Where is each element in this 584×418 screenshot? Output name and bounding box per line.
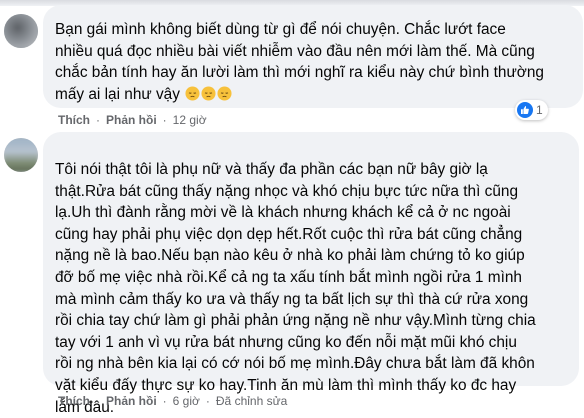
- reaction-summary-1[interactable]: 1: [515, 100, 548, 120]
- edited-label[interactable]: Đã chỉnh sửa: [216, 394, 287, 408]
- comment-text-2: Tôi nói thật tôi là phụ nữ và thấy đa ph…: [55, 161, 536, 416]
- reply-button[interactable]: Phản hồi: [106, 113, 157, 127]
- reaction-count: 1: [536, 103, 543, 117]
- like-button[interactable]: Thích: [58, 113, 90, 127]
- comment-bubble-2: Tôi nói thật tôi là phụ nữ và thấy đa ph…: [43, 132, 579, 416]
- like-icon: [517, 102, 533, 118]
- pensive-emoji-icon: [217, 86, 232, 101]
- like-button[interactable]: Thích: [58, 394, 90, 408]
- comment-bubble-1: Bạn gái mình không biết dùng từ gì để nó…: [43, 5, 583, 108]
- comment-timestamp[interactable]: 6 giờ: [173, 394, 200, 408]
- comment-actions-2: Thích · Phản hồi · 6 giờ · Đã chỉnh sửa: [58, 394, 288, 408]
- pensive-emoji-icon: [201, 86, 216, 101]
- comment-timestamp[interactable]: 12 giờ: [173, 113, 207, 127]
- commenter-avatar-1[interactable]: [4, 14, 38, 48]
- comment-actions-1: Thích · Phản hồi · 12 giờ: [58, 113, 207, 127]
- commenter-avatar-2[interactable]: [4, 138, 38, 172]
- pensive-emoji-icon: [185, 86, 200, 101]
- reply-button[interactable]: Phản hồi: [106, 394, 157, 408]
- comment-text-1: Bạn gái mình không biết dùng từ gì để nó…: [55, 21, 544, 103]
